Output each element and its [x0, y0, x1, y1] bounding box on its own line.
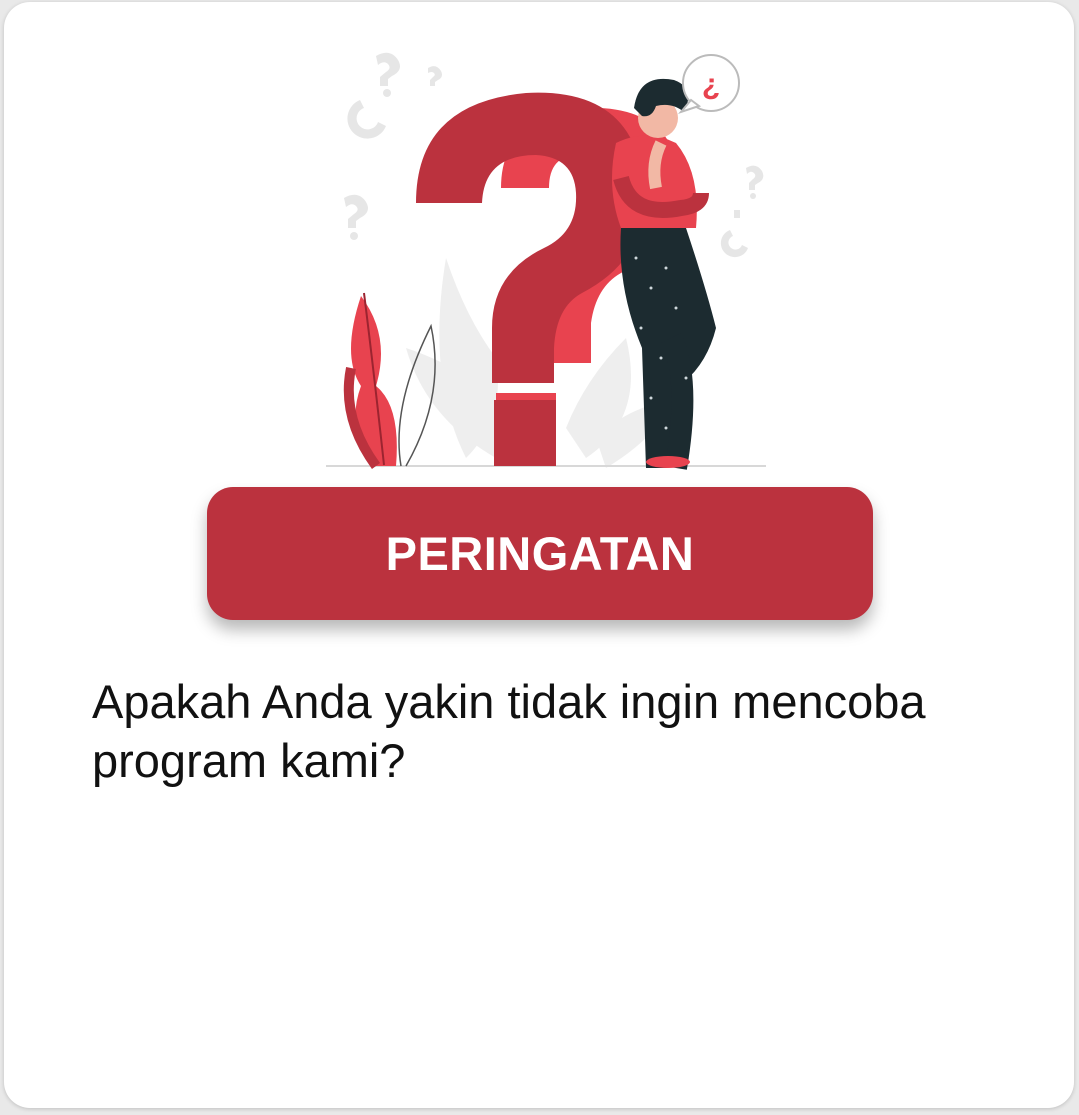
dialog-title: PERINGATAN [385, 527, 695, 580]
dialog-message: Apakah Anda yakin tidak ingin mencoba pr… [92, 675, 926, 787]
warning-dialog: ¿ PERINGATAN Apakah Anda yakin tidak ing… [4, 2, 1074, 1108]
warning-title-banner: PERINGATAN [207, 487, 873, 620]
confused-person-illustration-icon: ¿ [326, 52, 766, 470]
svg-text:¿: ¿ [702, 68, 720, 101]
